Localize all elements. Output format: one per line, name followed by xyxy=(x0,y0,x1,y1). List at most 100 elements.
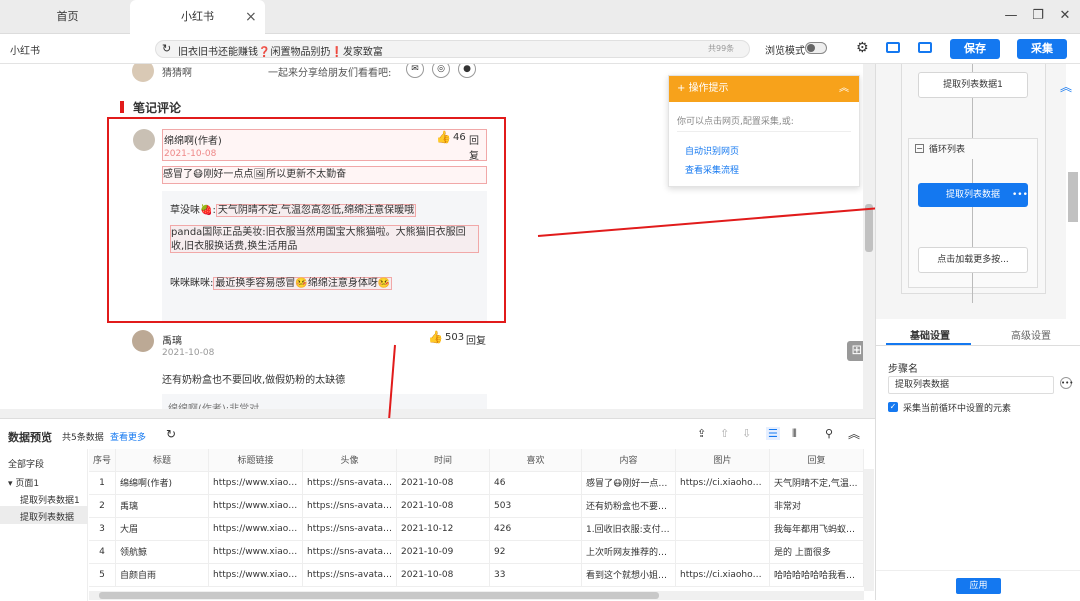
table-cell: 大眉 xyxy=(115,517,210,541)
loop-label: 循环列表 xyxy=(929,145,966,155)
tree-label: 页面1 xyxy=(15,479,40,489)
step-name-label: 步骤名 xyxy=(888,364,918,375)
table-row[interactable]: 5自颜自雨https://www.xiaohon...https://sns-a… xyxy=(89,563,864,587)
list-view-icon[interactable]: ☰ xyxy=(766,427,780,440)
table-cell: 2021-10-09 xyxy=(396,540,491,564)
table-cell: https://sns-avatar-qc... xyxy=(302,471,398,495)
table-cell: 自颜自雨 xyxy=(115,563,210,587)
table-cell: 感冒了😷刚好一点点... xyxy=(581,471,676,495)
chevron-up-icon[interactable]: ︽ xyxy=(1060,78,1072,95)
column-view-icon[interactable]: ⦀ xyxy=(792,427,797,441)
more-icon[interactable]: ••• xyxy=(1060,377,1073,389)
table-cell: 2 xyxy=(89,494,117,518)
table-row[interactable]: 1绵绵啊(作者)https://www.xiaohon...https://sn… xyxy=(89,471,864,495)
table-header: 序号 标题 标题链接 头像 时间 喜欢 内容 图片 回复 xyxy=(89,449,864,472)
column-header[interactable]: 时间 xyxy=(396,449,491,472)
tree-item[interactable]: ▾ 页面1 xyxy=(8,476,39,489)
table-cell: 禹璃 xyxy=(115,494,210,518)
table-cell: 非常对 xyxy=(769,494,864,518)
table-cell: https://www.xiaohon... xyxy=(208,471,304,495)
move-up-icon[interactable]: ⇧ xyxy=(720,427,729,440)
move-down-icon[interactable]: ⇩ xyxy=(742,427,751,440)
tab-advanced[interactable]: 高级设置 xyxy=(1011,327,1051,342)
table-cell: 503 xyxy=(489,494,582,518)
table-cell: 上次听网友推荐的孔... xyxy=(581,540,676,564)
refresh-icon[interactable]: ↻ xyxy=(166,427,176,441)
table-cell: https://sns-avatar-qc... xyxy=(302,540,398,564)
table-cell: 3 xyxy=(89,517,117,541)
table-cell: 看到这个就想小姐姐... xyxy=(581,563,676,587)
collapse-icon[interactable]: ︽ xyxy=(848,425,860,442)
table-scrollbar[interactable] xyxy=(864,469,874,591)
export-icon[interactable]: ⇪ xyxy=(697,427,706,440)
data-table-wrap: 序号 标题 标题链接 头像 时间 喜欢 内容 图片 回复 1 绵绵啊(作者) https://www… xyxy=(89,449,864,591)
table-cell: 2021-10-08 xyxy=(396,563,491,587)
preview-title: 数据预览 xyxy=(8,431,52,444)
table-body: 1绵绵啊(作者)https://www.xiaohon...https://sn… xyxy=(89,471,864,587)
column-header[interactable]: 标题 xyxy=(115,449,210,472)
properties-panel: 基础设置 高级设置 步骤名 提取列表数据 ••• ✓ 采集当前循环中设置的元素 … xyxy=(876,320,1080,600)
table-cell: 领航鲸 xyxy=(115,540,210,564)
table-cell: https://sns-avatar-qc... xyxy=(302,494,398,518)
table-cell: 1 xyxy=(89,471,117,495)
table-cell: 绵绵啊(作者) xyxy=(115,471,210,495)
tree-item[interactable]: 提取列表数据1 xyxy=(20,493,80,506)
table-cell: 2021-10-08 xyxy=(396,471,491,495)
table-hscrollbar[interactable] xyxy=(89,591,864,600)
table-cell: 1.回收旧衣服:支付宝... xyxy=(581,517,676,541)
flow-node-extract[interactable]: 提取列表数据 ••• xyxy=(918,183,1028,207)
data-preview: 数据预览 共5条数据 查看更多 ↻ ⇪ ⇧ ⇩ ☰ ⦀ ⚲ ︽ 全部字段 ▾ 页… xyxy=(0,418,875,601)
filter-icon[interactable]: ⚲ xyxy=(825,427,833,440)
table-cell: https://www.xiaohon... xyxy=(208,494,304,518)
table-cell: https://www.xiaohon... xyxy=(208,540,304,564)
column-header[interactable]: 图片 xyxy=(675,449,770,472)
table-row[interactable]: 2禹璃https://www.xiaohon...https://sns-ava… xyxy=(89,494,864,518)
table-cell: 4 xyxy=(89,540,117,564)
flow-scroll: ︽ xyxy=(1060,64,1080,320)
table-cell: 46 xyxy=(489,471,582,495)
collapse-icon[interactable]: − xyxy=(915,144,924,153)
table-row[interactable]: 4领航鲸https://www.xiaohon...https://sns-av… xyxy=(89,540,864,564)
view-more-link[interactable]: 查看更多 xyxy=(110,430,146,443)
column-header[interactable]: 头像 xyxy=(302,449,398,472)
table-cell: 5 xyxy=(89,563,117,587)
tree-item[interactable]: 全部字段 xyxy=(8,457,44,470)
record-count: 共5条数据 xyxy=(62,433,104,443)
checkbox-label: 采集当前循环中设置的元素 xyxy=(903,404,1012,414)
table-cell: https://sns-avatar-qc... xyxy=(302,517,398,541)
scroll-thumb[interactable] xyxy=(1068,172,1078,222)
table-cell: 2021-10-12 xyxy=(396,517,491,541)
table-cell: https://ci.xiaohongsh... xyxy=(675,471,770,495)
more-icon[interactable]: ••• xyxy=(1012,183,1028,207)
tab-basic[interactable]: 基础设置 xyxy=(910,327,950,342)
column-header[interactable]: 喜欢 xyxy=(489,449,582,472)
table-cell xyxy=(675,540,770,564)
flow-panel: 提取列表数据1 − 循环列表 提取列表数据 ••• 点击加载更多按... xyxy=(876,64,1066,319)
table-cell xyxy=(675,494,770,518)
step-name-input[interactable]: 提取列表数据 xyxy=(888,376,1054,394)
table-cell: 426 xyxy=(489,517,582,541)
apply-button[interactable]: 应用 xyxy=(956,578,1001,594)
column-header[interactable]: 序号 xyxy=(89,449,117,472)
table-cell: 我每年都用飞蚂蚁处... xyxy=(769,517,864,541)
flow-node-extract1[interactable]: 提取列表数据1 xyxy=(918,72,1028,98)
flow-node-load-more[interactable]: 点击加载更多按... xyxy=(918,247,1028,273)
table-row[interactable]: 3大眉https://www.xiaohon...https://sns-ava… xyxy=(89,517,864,541)
props-tabs: 基础设置 高级设置 xyxy=(876,320,1080,346)
column-header[interactable]: 标题链接 xyxy=(208,449,304,472)
column-header[interactable]: 回复 xyxy=(769,449,864,472)
table-cell xyxy=(675,517,770,541)
table-cell: 2021-10-08 xyxy=(396,494,491,518)
table-cell: https://www.xiaohon... xyxy=(208,563,304,587)
data-table: 序号 标题 标题链接 头像 时间 喜欢 内容 图片 回复 1 绵绵啊(作者) https://www… xyxy=(89,449,864,587)
table-cell: 哈哈哈哈哈哈我看稍... xyxy=(769,563,864,587)
field-tree: 全部字段 ▾ 页面1 提取列表数据1 提取列表数据 xyxy=(0,449,88,601)
table-cell: https://ci.xiaohongsh... xyxy=(675,563,770,587)
table-cell: 天气阴晴不定,气温... xyxy=(769,471,864,495)
checkbox[interactable]: ✓ xyxy=(888,402,898,412)
column-header[interactable]: 内容 xyxy=(581,449,676,472)
arrow-line xyxy=(537,205,906,237)
tree-item[interactable]: 提取列表数据 xyxy=(20,510,74,523)
table-cell: 92 xyxy=(489,540,582,564)
table-cell: 还有奶粉盒也不要回... xyxy=(581,494,676,518)
